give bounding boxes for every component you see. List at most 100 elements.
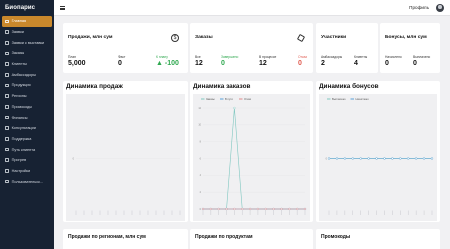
orders-dynamics-card: Динамика заказов Заказы В пути Отказ 0 2 4 6 8 1… xyxy=(190,81,313,222)
clients-value: 4 xyxy=(354,60,358,67)
data-point[interactable] xyxy=(248,207,252,211)
sidebar-item-0[interactable]: Главная xyxy=(2,16,52,27)
orders-done-label: Завершено xyxy=(221,55,239,59)
sidebar-item-14[interactable]: Настройки xyxy=(2,166,52,177)
data-point[interactable] xyxy=(375,157,378,160)
help-icon xyxy=(5,137,9,141)
data-point[interactable] xyxy=(422,157,426,160)
data-point[interactable] xyxy=(415,157,418,160)
orders-dynamics-title: Динамика заказов xyxy=(193,83,251,90)
accrued-label: Начислено xyxy=(385,55,402,59)
promos-card: Промокоды xyxy=(316,229,440,249)
data-point[interactable] xyxy=(359,157,362,160)
orders-chart-area: Заказы В пути Отказ 0 2 4 6 8 10 12 xyxy=(193,94,310,221)
sales-chart: 0 xyxy=(73,157,181,215)
avatar[interactable] xyxy=(436,3,444,12)
users-icon xyxy=(5,62,9,66)
orders-chart: Заказы В пути Отказ 0 2 4 6 8 10 12 xyxy=(198,97,307,215)
data-point[interactable] xyxy=(296,207,299,211)
legend-item[interactable]: Заказы xyxy=(201,97,215,101)
gear-icon xyxy=(5,169,9,173)
profile-link[interactable]: Профиль xyxy=(409,5,429,10)
wallet-icon xyxy=(5,115,9,120)
sidebar-item-4[interactable]: Клиенты xyxy=(2,59,52,70)
orders-process-label: В процессе xyxy=(259,55,277,59)
data-point[interactable] xyxy=(241,207,244,211)
sidebar-item-label: Заказы xyxy=(11,51,25,56)
regions-card: Продажи по регионам, млн сум xyxy=(63,229,188,249)
sidebar-item-1[interactable]: Заявки xyxy=(2,27,52,38)
sidebar-item-11[interactable]: Поддержка xyxy=(2,134,52,145)
data-point[interactable] xyxy=(351,157,354,160)
sidebar-item-2[interactable]: Заявки с выставки xyxy=(2,37,52,48)
home-icon xyxy=(5,19,9,24)
bonuses-chart-area: Выплачено Начислено 0 xyxy=(319,94,437,221)
chat-icon xyxy=(5,126,9,131)
data-point[interactable] xyxy=(225,207,228,211)
sidebar-item-13[interactable]: Прогрев xyxy=(2,155,52,166)
to-plan-number: -100 xyxy=(164,60,179,67)
legend-item[interactable]: Начислено xyxy=(350,97,370,101)
data-point[interactable] xyxy=(343,157,346,160)
data-point[interactable] xyxy=(272,207,275,211)
sidebar-item-12[interactable]: Путь клиента xyxy=(2,144,52,155)
tag-icon xyxy=(5,105,9,109)
sidebar-item-6[interactable]: Продукция xyxy=(2,80,52,91)
data-point[interactable] xyxy=(233,106,236,110)
sidebar-item-9[interactable]: Финансы xyxy=(2,112,52,123)
regions-title: Продажи по регионам, млн сум xyxy=(68,234,146,240)
sidebar-item-5[interactable]: Амбассадоры xyxy=(2,69,52,80)
data-point[interactable] xyxy=(256,207,260,211)
data-point[interactable] xyxy=(407,157,410,160)
clients-label: Клиенты xyxy=(354,55,368,59)
sidebar-item-8[interactable]: Промокоды xyxy=(2,102,52,113)
sidebar-item-label: Финансы xyxy=(11,115,28,120)
promos-title: Промокоды xyxy=(321,234,351,240)
data-point[interactable] xyxy=(217,207,220,211)
to-plan-label: К плану xyxy=(156,55,168,59)
data-point[interactable] xyxy=(335,157,339,160)
data-point[interactable] xyxy=(399,157,402,160)
data-point[interactable] xyxy=(383,157,386,160)
data-point[interactable] xyxy=(288,207,291,211)
accrued-value: 0 xyxy=(385,60,389,67)
data-point[interactable] xyxy=(430,157,434,160)
menu-toggle-icon[interactable] xyxy=(60,5,65,10)
sales-chart-area: 0 xyxy=(66,94,185,221)
sidebar-item-label: Амбассадоры xyxy=(11,72,36,77)
legend-label: Выплачено xyxy=(332,97,346,101)
fact-label: Факт xyxy=(118,55,126,59)
sidebar-item-7[interactable]: Регионы xyxy=(2,91,52,102)
y-tick-label: 12 xyxy=(198,107,201,110)
sidebar-item-3[interactable]: Заказы xyxy=(2,48,52,59)
fact-value: 0 xyxy=(118,60,122,67)
legend-item[interactable]: В пути xyxy=(220,97,233,101)
legend-item[interactable]: Отказ xyxy=(239,97,252,101)
box-icon xyxy=(5,83,9,88)
data-point[interactable] xyxy=(233,207,236,211)
bonuses-card: Бонусы, млн сум Начислено 0 Выплачено 0 xyxy=(380,23,440,73)
y-tick-label: 0 xyxy=(326,157,328,160)
data-point[interactable] xyxy=(280,207,283,211)
y-tick-label: 4 xyxy=(200,174,202,177)
data-point[interactable] xyxy=(367,157,370,160)
orders-done-value: 0 xyxy=(221,60,225,67)
data-point[interactable] xyxy=(391,157,394,160)
brand-logo[interactable]: Биопарис xyxy=(0,0,54,16)
route-icon xyxy=(5,147,9,152)
legend-label: Заказы xyxy=(206,97,215,101)
data-point[interactable] xyxy=(327,157,331,160)
data-point[interactable] xyxy=(209,207,212,211)
user-icon xyxy=(5,179,9,184)
data-point[interactable] xyxy=(303,207,307,211)
y-tick-label: 0 xyxy=(200,208,202,211)
y-tick-label: 10 xyxy=(198,124,201,127)
legend-item[interactable]: Выплачено xyxy=(327,97,346,101)
dollar-icon: $ xyxy=(171,34,179,42)
data-point[interactable] xyxy=(264,207,267,211)
sales-card-title: Продажи, млн сум xyxy=(68,35,113,40)
data-point[interactable] xyxy=(201,207,205,211)
y-tick-label: 2 xyxy=(200,191,202,194)
sidebar-item-10[interactable]: Консультации xyxy=(2,123,52,134)
sidebar-item-15[interactable]: Пользовательск... xyxy=(2,176,52,187)
